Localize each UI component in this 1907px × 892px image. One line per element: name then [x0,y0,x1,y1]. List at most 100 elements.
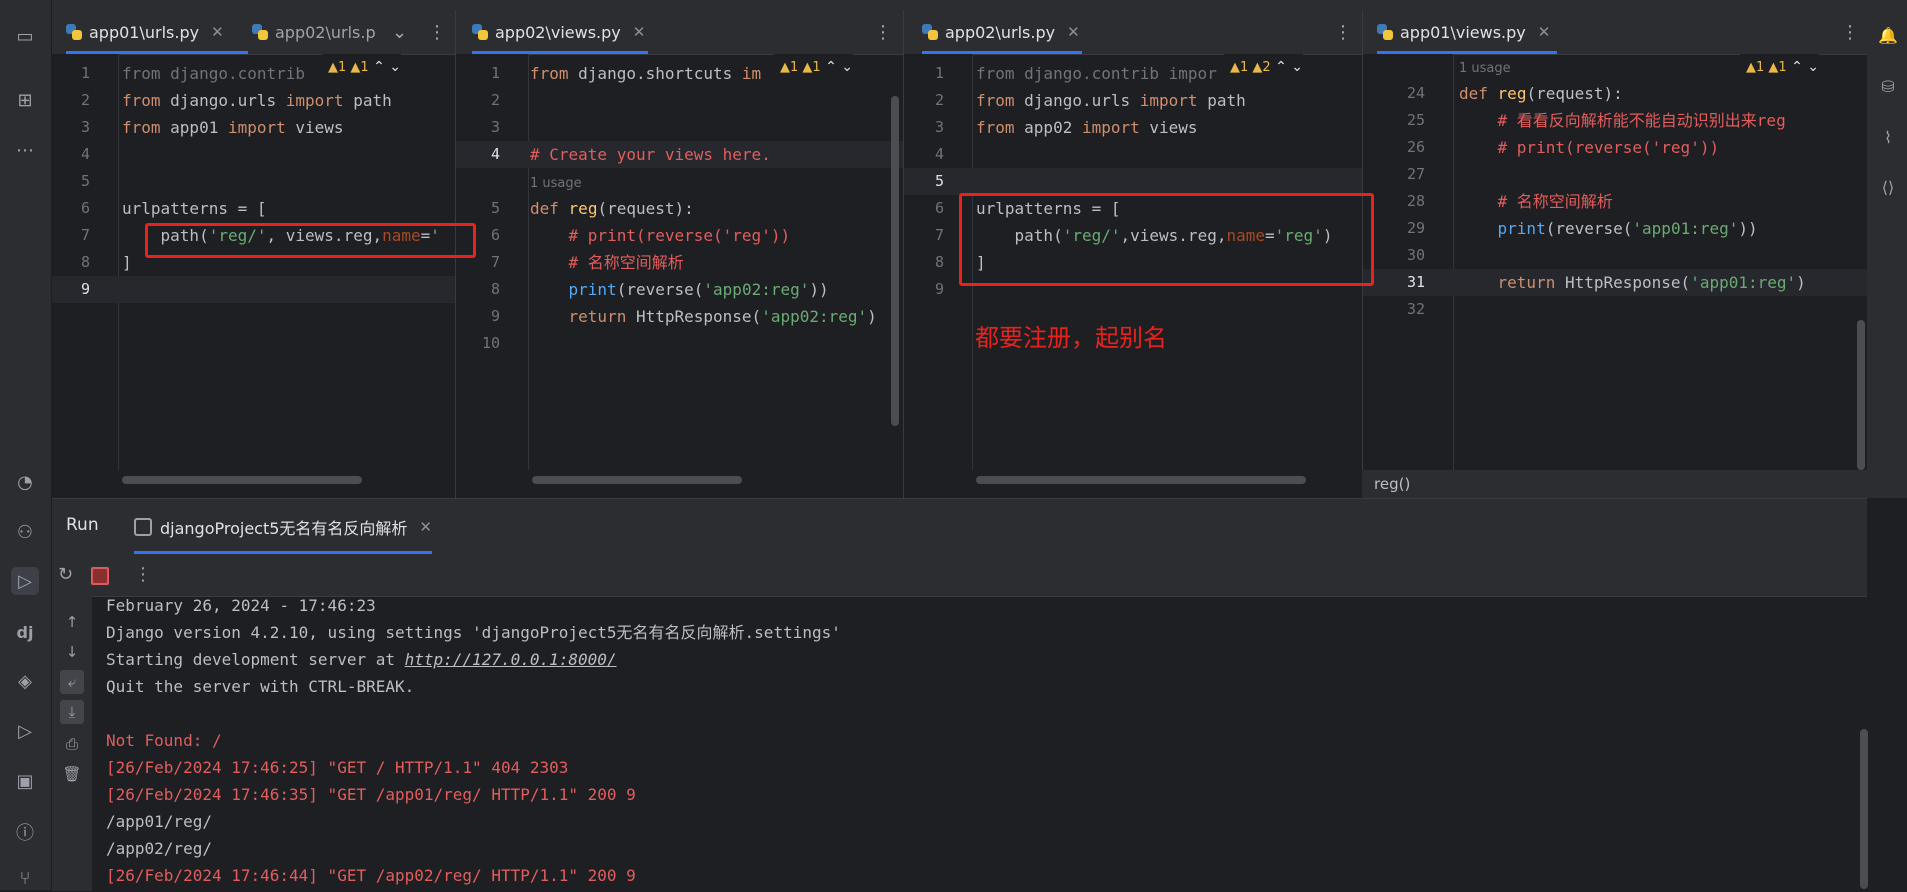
code-line[interactable]: return HttpResponse('app01:reg') [1459,269,1806,296]
database-icon[interactable]: ⛁ [1875,73,1901,99]
more-vertical-icon[interactable]: ⋮ [1334,22,1352,43]
code-area[interactable]: 1 usage 24 def reg(request): 25 # 看看反向解析能不能… [1363,54,1867,470]
console-line: Quit the server with CTRL-BREAK. [106,677,415,696]
run-config-tab[interactable]: djangoProject5无名有名反向解析 ✕ [134,499,432,554]
services-icon[interactable]: ◔ [11,468,39,496]
editor-tabbar: app02\urls.py ✕ ⋮ [904,10,1362,55]
profiler-icon[interactable]: ⌇ [1875,124,1901,150]
run-toolbar: ↻ ⋮ [52,554,1867,597]
code-line[interactable]: def reg(request): [1459,80,1623,107]
console-scrollbar[interactable] [1860,729,1868,889]
vertical-scrollbar[interactable] [1857,320,1865,470]
server-url-link[interactable]: http://127.0.0.1:8000/ [405,650,617,669]
notifications-icon[interactable]: 🔔 [1875,22,1901,48]
code-line[interactable]: return HttpResponse('app02:reg') [530,303,877,330]
close-icon[interactable]: ✕ [633,23,646,41]
line-number: 4 [934,145,944,163]
code-line[interactable]: from django.contrib impor [976,60,1217,87]
code-line[interactable]: # print(reverse('reg')) [1459,134,1720,161]
code-line[interactable]: ] [122,249,132,276]
line-number [456,168,500,195]
tab-app02-urls-right[interactable]: app02\urls.py ✕ [922,10,1082,54]
code-line[interactable]: from django.urls import path [976,87,1246,114]
close-icon[interactable]: ✕ [1538,23,1551,41]
close-icon[interactable]: ✕ [1067,23,1080,41]
stop-icon[interactable] [91,567,109,585]
inspection-widget[interactable]: ▲1 ▲1 ⌃ ⌄ [774,54,854,81]
code-line[interactable]: from django.urls import path [122,87,392,114]
more-vertical-icon[interactable]: ⋮ [1841,22,1859,43]
tab-app01-urls[interactable]: app01\urls.py ✕ [66,10,248,54]
code-line[interactable]: print(reverse('app01:reg')) [1459,215,1758,242]
editor-pane-app01-views: app01\views.py ✕ ⋮ 1 usage 24 def reg(requ… [1363,10,1867,498]
vertical-scrollbar[interactable] [891,96,899,426]
scroll-to-end-icon[interactable]: ⤓ [60,700,84,724]
arrow-down-icon[interactable]: ↓ [60,640,84,664]
debug-icon[interactable]: ▷ [11,717,39,745]
horizontal-scrollbar[interactable] [976,476,1306,484]
endpoints-icon[interactable]: ⟨⟩ [1875,174,1901,200]
tab-app02-views[interactable]: app02\views.py ✕ [472,10,648,54]
close-icon[interactable]: ✕ [211,23,224,41]
code-line[interactable]: from app02 import views [976,114,1198,141]
git-icon[interactable]: ⑂ [11,864,39,892]
print-icon[interactable]: ⎙ [60,732,84,756]
close-icon[interactable]: ✕ [419,518,432,536]
django-icon[interactable]: dj [11,618,39,646]
tab-app02-urls[interactable]: app02\views.py app02\urls.p [252,10,376,54]
line-number: 3 [934,118,944,136]
code-line[interactable]: # 名称空间解析 [530,249,684,276]
more-icon[interactable]: ⋯ [11,136,39,164]
inspection-widget[interactable]: ▲1 ▲2 ⌃ ⌄ [1224,54,1304,81]
run-title: Run [66,515,99,535]
line-number: 9 [80,280,90,298]
chevron-down-icon[interactable]: ⌄ [392,22,407,43]
code-line[interactable]: 1 usage [530,168,582,195]
editor-tabbar: app01\views.py ✕ ⋮ [1363,10,1867,55]
code-area[interactable]: 1 from django.shortcuts im 2 3 4 # Create you… [456,54,903,470]
inspection-widget[interactable]: ▲1 ▲1 ⌃ ⌄ [322,54,402,81]
code-line[interactable]: urlpatterns = [ [122,195,267,222]
console-output[interactable]: February 26, 2024 - 17:46:23 Django versi… [106,596,1837,891]
code-line[interactable]: def reg(request): [530,195,694,222]
console-line: Starting development server at http://12… [106,650,617,669]
arrow-up-icon[interactable]: ↑ [60,610,84,634]
code-line[interactable]: # print(reverse('reg')) [530,222,791,249]
structure-icon[interactable]: ⊞ [11,86,39,114]
run-icon[interactable]: ▷ [11,567,39,595]
more-vertical-icon[interactable]: ⋮ [428,22,446,43]
inspection-widget[interactable]: ▲1 ▲1 ⌃ ⌄ [1740,54,1820,81]
tab-app01-views[interactable]: app01\views.py ✕ [1377,10,1557,54]
code-line[interactable]: # 看看反向解析能不能自动识别出来reg [1459,107,1786,134]
line-number: 6 [80,199,90,217]
code-line[interactable]: # Create your views here. [530,141,771,168]
breadcrumb[interactable]: reg() [1362,470,1867,498]
highlight-box-app01-path [145,223,476,258]
line-number: 7 [934,226,944,244]
code-line[interactable]: print(reverse('app02:reg')) [530,276,829,303]
problems-icon[interactable]: ⓘ [11,818,39,846]
code-line[interactable]: # 名称空间解析 [1459,188,1613,215]
rerun-icon[interactable]: ↻ [58,564,73,585]
left-toolbar: ▭ ⊞ ⋯ ◔ ⚇ ▷ dj ◈ ▷ ▣ ⓘ ⑂ [0,0,52,890]
folder-icon[interactable]: ▭ [11,22,39,50]
layers-icon[interactable]: ◈ [11,667,39,695]
trash-icon[interactable]: 🗑 [60,762,84,786]
editor-tabbar: app02\views.py ✕ ⋮ [456,10,903,55]
code-line[interactable]: 1 usage [1459,54,1511,80]
current-line-highlight [52,276,455,303]
more-vertical-icon[interactable]: ⋮ [874,22,892,43]
terminal-icon[interactable]: ▣ [11,767,39,795]
python-console-icon[interactable]: ⚇ [11,518,39,546]
horizontal-scrollbar[interactable] [532,476,742,484]
editor-tabbar: app01\urls.py ✕ app02\views.py app02\url… [52,10,455,55]
code-line[interactable]: from app01 import views [122,114,344,141]
soft-wrap-icon[interactable]: ⤶ [60,670,84,694]
more-vertical-icon[interactable]: ⋮ [134,564,152,585]
current-line-highlight [904,168,1362,195]
horizontal-scrollbar[interactable] [122,476,362,484]
code-area[interactable]: 1 from django.contrib 2 from django.urls im… [52,54,455,470]
run-tabbar: Run djangoProject5无名有名反向解析 ✕ [52,499,1867,554]
code-line[interactable]: from django.contrib [122,60,305,87]
code-line[interactable]: from django.shortcuts im [530,60,761,87]
